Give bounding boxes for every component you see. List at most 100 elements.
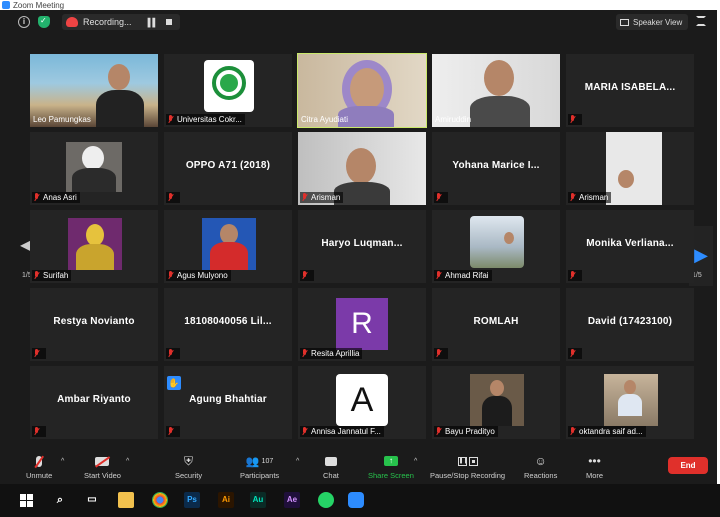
window-title: Zoom Meeting bbox=[13, 0, 65, 10]
participant-tile[interactable]: Universitas Cokr... bbox=[164, 54, 292, 127]
windows-start-icon[interactable] bbox=[18, 492, 34, 508]
participant-face bbox=[86, 224, 104, 246]
video-off-icon bbox=[95, 453, 111, 469]
mic-muted-icon bbox=[167, 349, 174, 358]
participant-tile[interactable]: Leo Pamungkas bbox=[30, 54, 158, 127]
participant-name: Surifah bbox=[43, 271, 69, 280]
mic-muted-icon bbox=[167, 193, 174, 202]
participant-nametag bbox=[32, 348, 46, 359]
recording-label: Recording... bbox=[83, 17, 132, 27]
info-icon[interactable]: i bbox=[18, 16, 30, 28]
participant-tile[interactable]: R Resita Aprillia bbox=[298, 288, 426, 361]
participant-tile[interactable]: A Annisa Jannatul F... bbox=[298, 366, 426, 439]
participant-face bbox=[490, 380, 504, 396]
speaker-view-button[interactable]: Speaker View bbox=[616, 14, 688, 30]
participant-tile[interactable]: Surifah bbox=[30, 210, 158, 283]
participants-caret-icon[interactable]: ^ bbox=[296, 458, 299, 465]
pause-recording-icon[interactable]: ▌▌ bbox=[148, 18, 158, 27]
share-screen-label: Share Screen bbox=[368, 471, 414, 480]
start-video-button[interactable]: Start Video bbox=[84, 453, 121, 480]
video-options-caret-icon[interactable]: ^ bbox=[126, 458, 129, 465]
more-label: More bbox=[586, 471, 604, 480]
end-meeting-button[interactable]: End bbox=[668, 457, 708, 474]
participant-tile[interactable]: Ahmad Rifai bbox=[432, 210, 560, 283]
participant-tile[interactable]: David (17423100) bbox=[566, 288, 694, 361]
share-options-caret-icon[interactable]: ^ bbox=[414, 458, 417, 465]
participant-tile[interactable]: Agung Bhahtiar bbox=[164, 366, 292, 439]
participant-tile[interactable]: MARIA ISABELA... bbox=[566, 54, 694, 127]
participant-body bbox=[470, 96, 530, 127]
participant-nametag: Universitas Cokr... bbox=[166, 114, 245, 125]
mic-muted-icon bbox=[435, 271, 442, 280]
participant-display-name: OPPO A71 (2018) bbox=[185, 160, 271, 171]
participant-nametag bbox=[568, 348, 582, 359]
participant-nametag: Annisa Jannatul F... bbox=[300, 426, 384, 437]
pause-stop-recording-label: Pause/Stop Recording bbox=[430, 471, 506, 480]
participant-body bbox=[618, 394, 642, 416]
photoshop-icon[interactable]: Ps bbox=[184, 492, 200, 508]
participant-body bbox=[76, 244, 114, 270]
participant-tile[interactable]: Arisman bbox=[298, 132, 426, 205]
participant-face bbox=[484, 60, 514, 96]
participant-nametag bbox=[568, 114, 582, 125]
participant-display-name: Yohana Marice I... bbox=[452, 160, 540, 171]
participant-tile[interactable]: OPPO A71 (2018) bbox=[164, 132, 292, 205]
participant-tile[interactable]: Yohana Marice I... bbox=[432, 132, 560, 205]
participant-tile[interactable]: 18108040056 Lil... bbox=[164, 288, 292, 361]
unmute-button[interactable]: Unmute bbox=[26, 453, 52, 480]
pause-stop-recording-button[interactable]: ❚❚ Pause/Stop Recording bbox=[430, 453, 505, 480]
mic-muted-icon bbox=[33, 193, 40, 202]
participant-tile[interactable]: Bayu Pradityo bbox=[432, 366, 560, 439]
participant-name: Ahmad Rifai bbox=[445, 271, 489, 280]
encryption-shield-icon[interactable] bbox=[38, 16, 50, 28]
participant-tile[interactable]: Ambar Riyanto bbox=[30, 366, 158, 439]
participant-name: Anas Asri bbox=[43, 193, 77, 202]
participant-name: Bayu Pradityo bbox=[445, 427, 495, 436]
participant-name: Arisman bbox=[579, 193, 609, 202]
participant-tile[interactable]: Amiruddin bbox=[432, 54, 560, 127]
mic-muted-icon bbox=[301, 193, 308, 202]
participants-button[interactable]: 👥 107 Participants bbox=[240, 453, 280, 481]
participant-name: oktandra saif ad... bbox=[579, 427, 643, 436]
task-view-icon[interactable]: ▭ bbox=[84, 492, 100, 508]
participant-tile[interactable]: Arisman bbox=[566, 132, 694, 205]
chat-button[interactable]: Chat bbox=[323, 453, 339, 480]
participant-tile[interactable]: Haryo Luqman... bbox=[298, 210, 426, 283]
participant-nametag: Leo Pamungkas bbox=[32, 114, 94, 125]
stop-recording-icon[interactable] bbox=[166, 19, 172, 25]
fullscreen-icon[interactable] bbox=[696, 16, 706, 26]
participant-nametag bbox=[166, 192, 180, 203]
mic-muted-icon bbox=[34, 453, 44, 469]
participant-nametag: Resita Aprillia bbox=[300, 348, 363, 359]
participant-tile[interactable]: Monika Verliana... bbox=[566, 210, 694, 283]
whatsapp-icon[interactable] bbox=[318, 492, 334, 508]
audio-options-caret-icon[interactable]: ^ bbox=[61, 458, 64, 465]
meeting-top-bar: i Recording... ▌▌ Speaker View bbox=[0, 10, 717, 34]
mic-muted-icon bbox=[569, 349, 576, 358]
participant-nametag: Agus Mulyono bbox=[166, 270, 231, 281]
mic-muted-icon bbox=[167, 427, 174, 436]
share-screen-button[interactable]: ↑ Share Screen bbox=[368, 453, 414, 480]
meeting-controls-bar: Unmute ^ Start Video ^ ⛨ Security 👥 107 P… bbox=[0, 450, 717, 484]
after-effects-icon[interactable]: Ae bbox=[284, 492, 300, 508]
participant-tile[interactable]: ROMLAH bbox=[432, 288, 560, 361]
university-logo bbox=[204, 60, 254, 112]
security-button[interactable]: ⛨ Security bbox=[175, 453, 203, 481]
search-icon[interactable]: ⌕ bbox=[52, 492, 68, 508]
participant-display-name: Ambar Riyanto bbox=[57, 394, 131, 405]
participant-tile[interactable]: oktandra saif ad... bbox=[566, 366, 694, 439]
zoom-taskbar-icon[interactable] bbox=[348, 492, 364, 508]
participant-tile[interactable]: Agus Mulyono bbox=[164, 210, 292, 283]
participants-label: Participants bbox=[240, 471, 280, 480]
participant-tile[interactable]: Anas Asri bbox=[30, 132, 158, 205]
participant-tile-active-speaker[interactable]: Citra Ayudiati bbox=[297, 53, 427, 128]
chrome-icon[interactable] bbox=[152, 492, 168, 508]
participant-tile[interactable]: Restya Novianto bbox=[30, 288, 158, 361]
security-shield-icon: ⛨ bbox=[184, 453, 194, 468]
audition-icon[interactable]: Au bbox=[250, 492, 266, 508]
reactions-button[interactable]: ☺ Reactions bbox=[524, 453, 557, 480]
illustrator-icon[interactable]: Ai bbox=[218, 492, 234, 508]
file-explorer-icon[interactable] bbox=[118, 492, 134, 508]
more-button[interactable]: ••• More bbox=[586, 453, 603, 480]
security-label: Security bbox=[175, 471, 203, 480]
